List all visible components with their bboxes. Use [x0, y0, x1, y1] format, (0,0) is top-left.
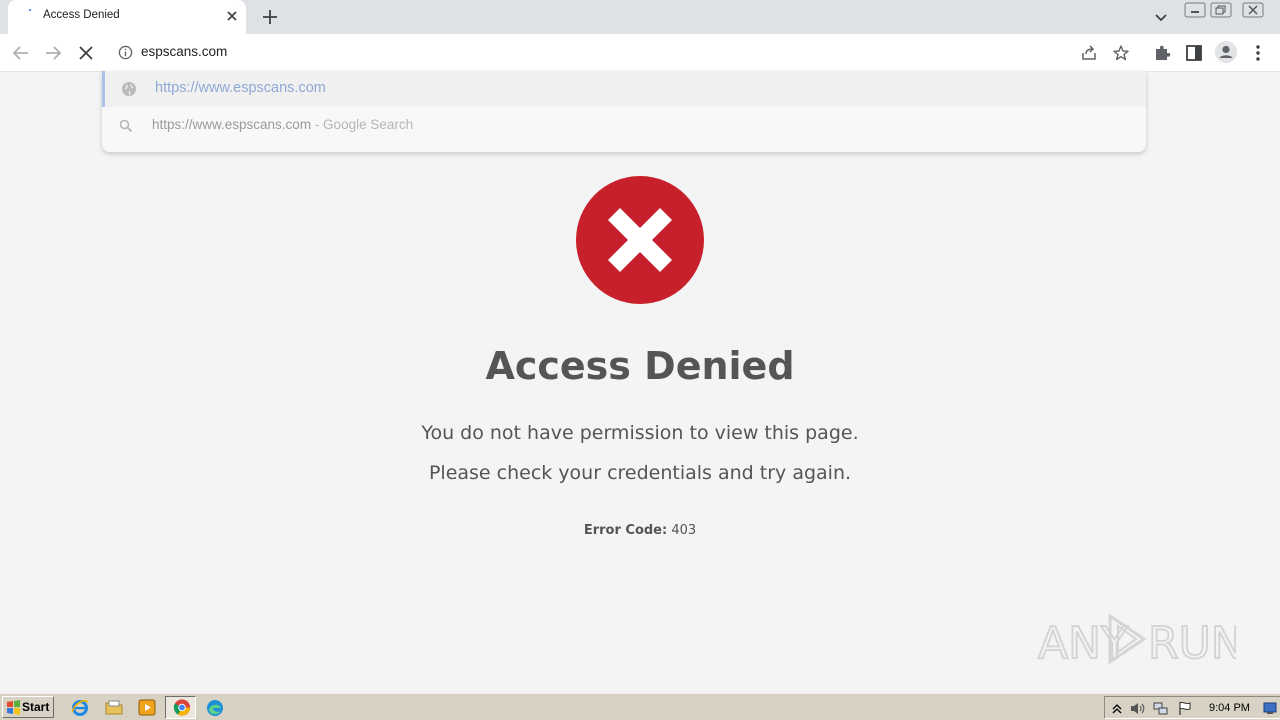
chevron-down-icon[interactable] — [1152, 8, 1170, 26]
kebab-menu-icon[interactable] — [1250, 42, 1266, 64]
error-code-value: 403 — [671, 523, 697, 538]
watermark-text-left: ANY — [1038, 618, 1128, 669]
windows-taskbar: Start 9:04 PM — [0, 693, 1280, 720]
minimize-icon[interactable] — [1184, 2, 1206, 18]
chrome-icon — [173, 699, 191, 716]
suggestion-suffix: - Google Search — [311, 117, 414, 132]
close-window-icon[interactable] — [1242, 2, 1264, 18]
side-panel-icon[interactable] — [1184, 43, 1204, 63]
suggestion-item[interactable]: https://www.espscans.com — [102, 71, 1146, 107]
address-bar[interactable]: espscans.com — [108, 37, 1140, 68]
tab-access-denied[interactable]: Access Denied — [8, 0, 246, 34]
forward-arrow-icon[interactable] — [42, 42, 64, 64]
share-icon[interactable] — [1080, 44, 1098, 62]
globe-icon — [122, 82, 136, 96]
bookmark-star-icon[interactable] — [1112, 44, 1130, 62]
network-icon[interactable] — [1153, 701, 1169, 716]
taskbar-chrome-active[interactable] — [165, 696, 196, 719]
suggestion-item[interactable]: https://www.espscans.com - Google Search — [102, 108, 1146, 144]
address-bar-text[interactable]: espscans.com — [141, 44, 227, 59]
credentials-message: Please check your credentials and try ag… — [428, 462, 852, 484]
info-icon[interactable] — [118, 45, 133, 60]
show-hidden-icons-icon[interactable] — [1109, 701, 1125, 716]
new-tab-icon[interactable] — [260, 7, 280, 27]
omnibox-suggestions: https://www.espscans.com https://www.esp… — [102, 71, 1146, 152]
system-tray: 9:04 PM — [1104, 696, 1280, 719]
action-center-flag-icon[interactable] — [1177, 701, 1193, 716]
anyrun-watermark-logo: ANY RUN — [1037, 613, 1236, 670]
clock[interactable]: 9:04 PM — [1209, 702, 1250, 714]
tab-strip: Access Denied — [0, 0, 1280, 34]
start-label: Start — [22, 700, 50, 714]
error-code: Error Code: 403 — [0, 523, 1280, 538]
browser-toolbar: espscans.com — [0, 34, 1280, 72]
show-desktop-icon[interactable] — [1263, 702, 1277, 715]
permission-message: You do not have permission to view this … — [421, 422, 859, 444]
folder-icon[interactable] — [104, 698, 124, 717]
suggestion-text: https://www.espscans.com — [155, 80, 326, 96]
error-code-label: Error Code: — [583, 523, 668, 538]
stop-loading-icon[interactable] — [75, 42, 97, 64]
loading-spinner-icon — [28, 9, 32, 12]
profile-avatar-icon[interactable] — [1214, 40, 1238, 64]
error-x-icon — [576, 176, 704, 304]
search-icon — [119, 119, 133, 133]
windows-logo-icon — [7, 700, 20, 715]
extensions-puzzle-icon[interactable] — [1152, 43, 1172, 63]
suggestion-text: https://www.espscans.com - Google Search — [152, 117, 414, 132]
page-title: Access Denied — [485, 344, 795, 388]
watermark-text-right: RUN — [1148, 618, 1236, 669]
tab-title: Access Denied — [43, 9, 120, 21]
close-tab-icon[interactable] — [224, 8, 240, 24]
restore-icon[interactable] — [1210, 2, 1232, 18]
volume-icon[interactable] — [1129, 701, 1145, 716]
back-arrow-icon[interactable] — [10, 42, 32, 64]
edge-icon[interactable] — [205, 698, 225, 717]
start-button[interactable]: Start — [2, 696, 54, 718]
ie-icon[interactable] — [70, 698, 90, 717]
media-player-icon[interactable] — [137, 698, 157, 717]
